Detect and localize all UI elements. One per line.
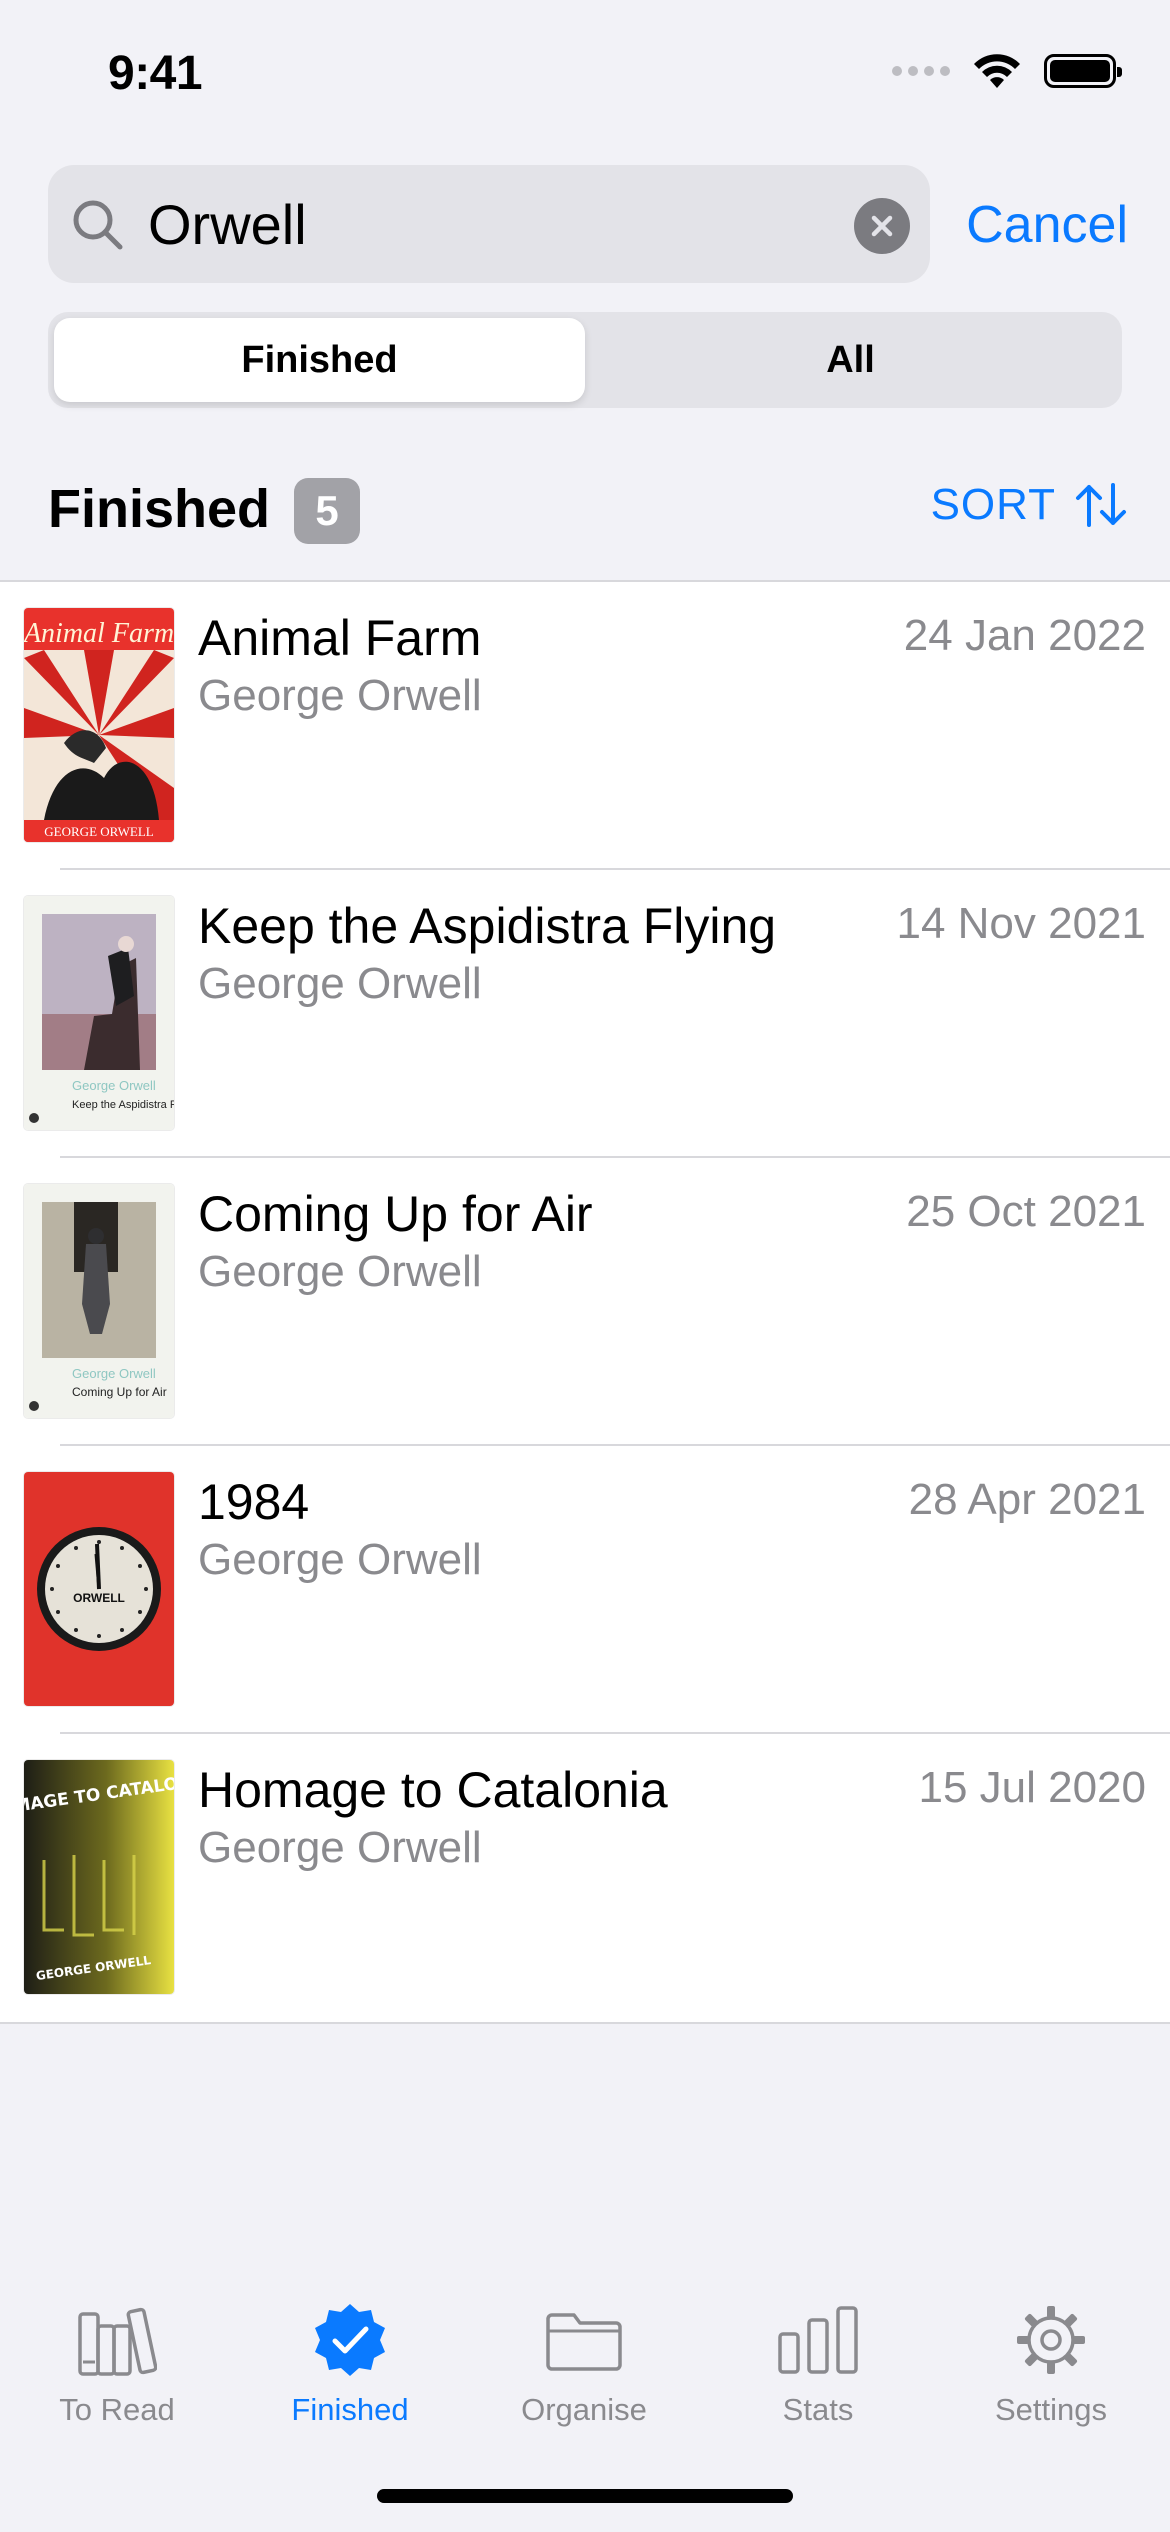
list-item[interactable]: ORWELL 1984 George Orwell 28 Apr 2021: [0, 1446, 1170, 1734]
cover-title-text: Animal Farm: [24, 618, 174, 649]
cover-title-text: Keep the Aspidistra Flying: [72, 1099, 174, 1111]
animal-farm-cover: Animal Farm GEORGE ORWELL: [24, 608, 174, 842]
clear-search-button[interactable]: [854, 198, 910, 254]
scope-segmented-control: Finished All: [48, 312, 1122, 408]
tab-label: To Read: [59, 2392, 175, 2427]
wifi-icon: [974, 54, 1020, 88]
tab-label: Organise: [521, 2392, 647, 2427]
cover-author-text: ORWELL: [73, 1591, 125, 1605]
coming-up-for-air-cover: George Orwell Coming Up for Air: [24, 1184, 174, 1418]
finished-date: 24 Jan 2022: [903, 611, 1146, 660]
finished-date: 28 Apr 2021: [908, 1475, 1146, 1524]
cover-author-text: GEORGE ORWELL: [44, 824, 153, 839]
book-title: 1984: [198, 1474, 310, 1530]
search-row: Orwell Cancel: [48, 165, 1128, 283]
cover-author-text: George Orwell: [72, 1366, 156, 1381]
list-item[interactable]: Animal Farm GEORGE ORWELL Animal Farm Ge…: [0, 582, 1170, 870]
book-author: George Orwell: [198, 1535, 482, 1584]
book-author: George Orwell: [198, 1247, 482, 1296]
tab-organise[interactable]: Organise: [484, 2300, 684, 2450]
battery-icon: [1044, 54, 1122, 88]
book-title: Coming Up for Air: [198, 1186, 593, 1242]
count-badge: 5: [294, 478, 360, 544]
tab-label: Settings: [994, 2392, 1107, 2427]
finished-date: 25 Oct 2021: [906, 1187, 1146, 1236]
home-indicator[interactable]: [377, 2489, 793, 2503]
list-item[interactable]: George Orwell Coming Up for Air Coming U…: [0, 1158, 1170, 1446]
finished-date: 14 Nov 2021: [896, 899, 1146, 948]
status-time: 9:41: [108, 47, 203, 100]
book-title: Keep the Aspidistra Flying: [198, 898, 777, 954]
sort-button[interactable]: SORT: [931, 480, 1128, 530]
cancel-button[interactable]: Cancel: [966, 193, 1128, 257]
cover-author-text: George Orwell: [72, 1078, 156, 1093]
finished-date: 15 Jul 2020: [918, 1763, 1146, 1812]
tab-finished[interactable]: Finished: [250, 2300, 450, 2450]
gear-icon: [1017, 2306, 1085, 2374]
search-field[interactable]: Orwell: [48, 165, 930, 283]
tab-settings[interactable]: Settings: [951, 2300, 1151, 2450]
close-icon: [871, 215, 893, 237]
book-title: Homage to Catalonia: [198, 1762, 668, 1818]
segment-all[interactable]: All: [585, 318, 1116, 402]
cover-title-text: Coming Up for Air: [72, 1385, 167, 1399]
bar-chart-icon: [778, 2306, 858, 2374]
homage-to-catalonia-cover: HOMAGE TO CATALONIA GEORGE ORWELL: [24, 1760, 174, 1994]
sort-arrows-icon: [1076, 483, 1126, 527]
search-input[interactable]: Orwell: [148, 193, 307, 257]
tab-label: Finished: [291, 2392, 409, 2427]
cellular-signal-icon: [892, 66, 950, 76]
section-title: Finished: [48, 479, 271, 539]
book-list: Animal Farm GEORGE ORWELL Animal Farm Ge…: [0, 580, 1170, 2024]
aspidistra-cover: George Orwell Keep the Aspidistra Flying: [24, 896, 174, 1130]
book-title: Animal Farm: [198, 610, 482, 666]
book-author: George Orwell: [198, 671, 482, 720]
tab-label: Stats: [782, 2392, 854, 2427]
checkmark-seal-icon: [315, 2304, 385, 2376]
sort-label: SORT: [930, 480, 1056, 529]
search-icon: [73, 200, 123, 250]
status-indicators: [892, 52, 1122, 90]
book-author: George Orwell: [198, 959, 482, 1008]
books-icon: [78, 2307, 157, 2376]
book-author: George Orwell: [198, 1823, 482, 1872]
status-bar: 9:41: [0, 0, 1170, 150]
tab-stats[interactable]: Stats: [718, 2300, 918, 2450]
nineteen-eighty-four-cover: ORWELL: [24, 1472, 174, 1706]
tab-to-read[interactable]: To Read: [17, 2300, 217, 2450]
list-item[interactable]: HOMAGE TO CATALONIA GEORGE ORWELL Homage…: [0, 1734, 1170, 2022]
list-item[interactable]: George Orwell Keep the Aspidistra Flying…: [0, 870, 1170, 1158]
folder-icon: [546, 2313, 622, 2371]
section-header: Finished 5 SORT: [48, 474, 1128, 546]
segment-finished[interactable]: Finished: [54, 318, 585, 402]
